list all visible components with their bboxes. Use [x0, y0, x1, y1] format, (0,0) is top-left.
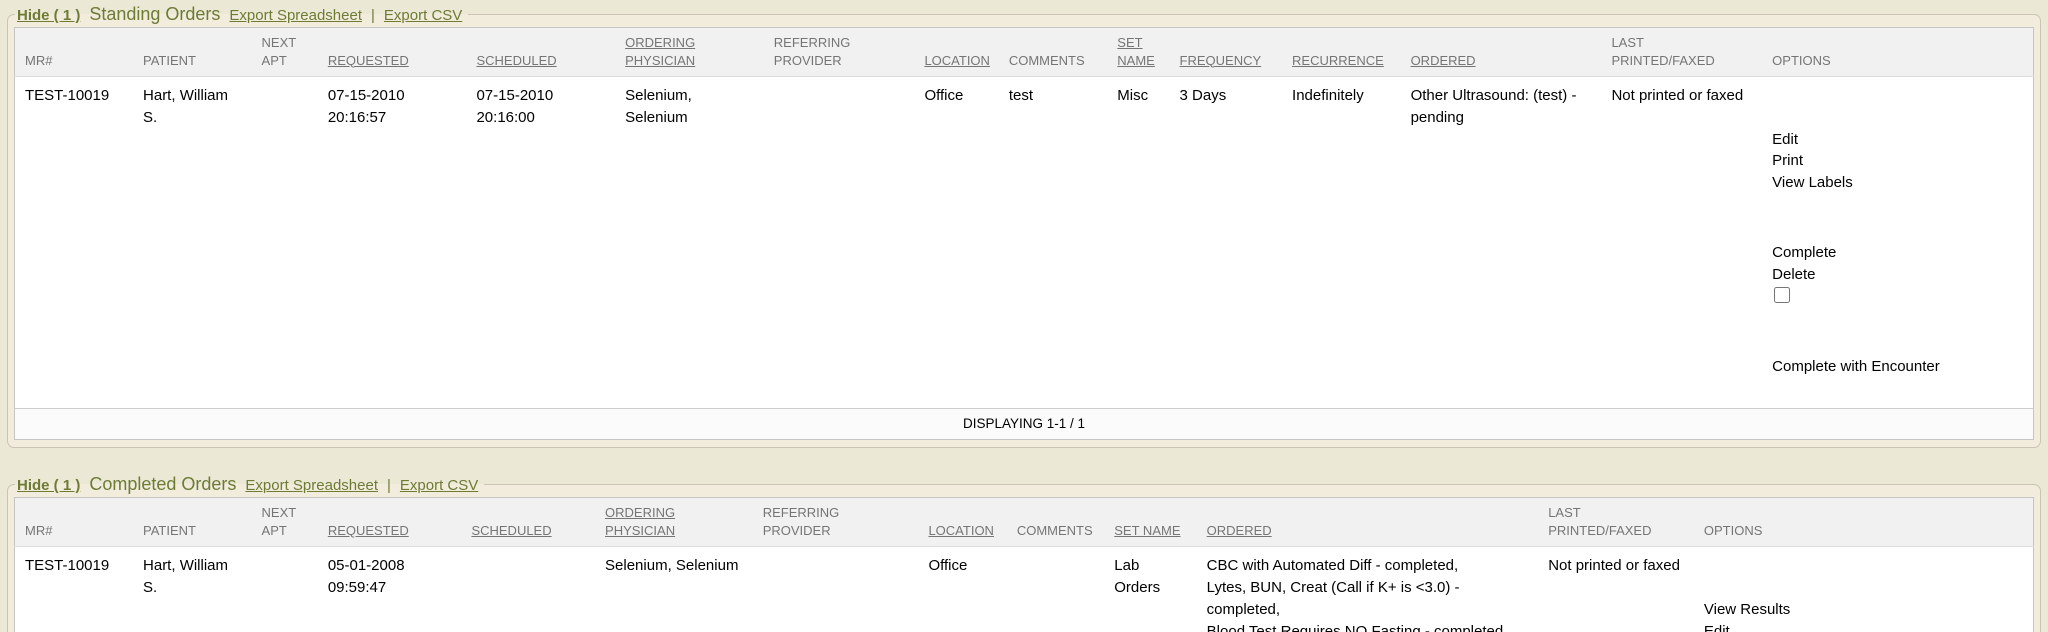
completed-header-row: MR# PATIENT NEXT APT REQUESTED SCHEDULED… — [15, 498, 2034, 547]
cell-recurrence: Indefinitely — [1282, 77, 1401, 409]
standing-order-checkbox[interactable] — [1774, 287, 1790, 303]
cell-options: Edit Print View Labels Complete Delete C… — [1762, 77, 2033, 409]
col-header-requested[interactable]: REQUESTED — [318, 28, 467, 77]
complete-with-encounter-link[interactable]: Complete with Encounter — [1772, 358, 1940, 375]
standing-export-spreadsheet-link[interactable]: Export Spreadsheet — [229, 7, 362, 24]
col-header-patient: PATIENT — [133, 498, 252, 547]
completed-order-row: TEST-10019 Hart, William S. 05-01-2008 0… — [15, 547, 2034, 632]
col-header-ordered[interactable]: ORDERED — [1197, 498, 1539, 547]
cell-comments — [1007, 547, 1104, 632]
edit-link[interactable]: Edit — [1772, 131, 1798, 148]
cell-referring-provider — [764, 77, 915, 409]
col-header-ordering-physician[interactable]: ORDERING PHYSICIAN — [595, 498, 753, 547]
standing-export-csv-link[interactable]: Export CSV — [384, 7, 462, 24]
col-header-comments: COMMENTS — [1007, 498, 1104, 547]
completed-orders-title: Completed Orders — [89, 474, 236, 495]
col-header-referring-provider: REFERRING PROVIDER — [764, 28, 915, 77]
col-header-comments: COMMENTS — [999, 28, 1107, 77]
col-header-recurrence[interactable]: RECURRENCE — [1282, 28, 1401, 77]
print-link[interactable]: Print — [1772, 152, 1803, 169]
col-header-last-printed-faxed: LAST PRINTED/FAXED — [1538, 498, 1694, 547]
cell-ordered: CBC with Automated Diff - completed, Lyt… — [1197, 547, 1539, 632]
cell-requested: 07-15-2010 20:16:57 — [318, 77, 467, 409]
col-header-patient: PATIENT — [133, 28, 252, 77]
view-results-link[interactable]: View Results — [1704, 601, 1790, 618]
cell-mr: TEST-10019 — [15, 547, 134, 632]
col-header-next-apt: NEXT APT — [252, 498, 318, 547]
cell-patient: Hart, William S. — [133, 547, 252, 632]
col-header-set-name[interactable]: SET NAME — [1104, 498, 1196, 547]
col-header-options: OPTIONS — [1694, 498, 2034, 547]
cell-last-printed-faxed: Not printed or faxed — [1538, 547, 1694, 632]
standing-hide-link[interactable]: Hide ( 1 ) — [17, 7, 80, 24]
completed-hide-link[interactable]: Hide ( 1 ) — [17, 477, 80, 494]
cell-scheduled: 07-15-2010 20:16:00 — [466, 77, 615, 409]
col-header-mr: MR# — [15, 28, 134, 77]
cell-location: Office — [918, 547, 1006, 632]
standing-orders-section: Hide ( 1 ) Standing Orders Export Spread… — [7, 4, 2041, 448]
cell-comments: test — [999, 77, 1107, 409]
edit-link[interactable]: Edit — [1704, 623, 1730, 632]
standing-displaying-count: DISPLAYING 1-1 / 1 — [15, 408, 2034, 440]
standing-orders-legend: Hide ( 1 ) Standing Orders Export Spread… — [15, 4, 468, 25]
standing-order-row: TEST-10019 Hart, William S. 07-15-2010 2… — [15, 77, 2034, 409]
completed-export-spreadsheet-link[interactable]: Export Spreadsheet — [245, 477, 378, 494]
cell-ordering-physician: Selenium, Selenium — [595, 547, 753, 632]
cell-scheduled — [461, 547, 595, 632]
col-header-requested[interactable]: REQUESTED — [318, 498, 462, 547]
completed-orders-table: MR# PATIENT NEXT APT REQUESTED SCHEDULED… — [14, 497, 2034, 632]
view-labels-link[interactable]: View Labels — [1772, 174, 1853, 191]
col-header-location[interactable]: LOCATION — [918, 498, 1006, 547]
cell-referring-provider — [753, 547, 919, 632]
cell-ordered: Other Ultrasound: (test) - pending — [1401, 77, 1602, 409]
standing-header-row: MR# PATIENT NEXT APT REQUESTED SCHEDULED… — [15, 28, 2034, 77]
col-header-last-printed-faxed: LAST PRINTED/FAXED — [1601, 28, 1762, 77]
cell-set-name: Misc — [1107, 77, 1169, 409]
standing-orders-table: MR# PATIENT NEXT APT REQUESTED SCHEDULED… — [14, 27, 2034, 440]
standing-orders-title: Standing Orders — [89, 4, 220, 25]
col-header-options: OPTIONS — [1762, 28, 2033, 77]
cell-frequency: 3 Days — [1170, 77, 1283, 409]
cell-set-name: Lab Orders — [1104, 547, 1196, 632]
completed-orders-legend: Hide ( 1 ) Completed Orders Export Sprea… — [15, 474, 484, 495]
cell-requested: 05-01-2008 09:59:47 — [318, 547, 462, 632]
col-header-scheduled[interactable]: SCHEDULED — [466, 28, 615, 77]
cell-ordering-physician: Selenium, Selenium — [615, 77, 764, 409]
complete-link[interactable]: Complete — [1772, 244, 1836, 261]
cell-next-apt — [252, 77, 318, 409]
col-header-next-apt: NEXT APT — [252, 28, 318, 77]
legend-separator: | — [371, 7, 375, 24]
cell-last-printed-faxed: Not printed or faxed — [1601, 77, 1762, 409]
cell-options: View Results Edit Print View Labels Comp… — [1694, 547, 2034, 632]
col-header-location[interactable]: LOCATION — [914, 28, 998, 77]
cell-mr: TEST-10019 — [15, 77, 134, 409]
delete-link[interactable]: Delete — [1772, 266, 1815, 283]
standing-table-footer: DISPLAYING 1-1 / 1 — [15, 408, 2034, 440]
completed-export-csv-link[interactable]: Export CSV — [400, 477, 478, 494]
col-header-set-name[interactable]: SET NAME — [1107, 28, 1169, 77]
col-header-ordered[interactable]: ORDERED — [1401, 28, 1602, 77]
legend-separator: | — [387, 477, 391, 494]
cell-next-apt — [252, 547, 318, 632]
cell-location: Office — [914, 77, 998, 409]
cell-patient: Hart, William S. — [133, 77, 252, 409]
col-header-referring-provider: REFERRING PROVIDER — [753, 498, 919, 547]
col-header-mr: MR# — [15, 498, 134, 547]
col-header-scheduled[interactable]: SCHEDULED — [461, 498, 595, 547]
col-header-ordering-physician[interactable]: ORDERING PHYSICIAN — [615, 28, 764, 77]
col-header-frequency[interactable]: FREQUENCY — [1170, 28, 1283, 77]
completed-orders-section: Hide ( 1 ) Completed Orders Export Sprea… — [7, 474, 2041, 632]
